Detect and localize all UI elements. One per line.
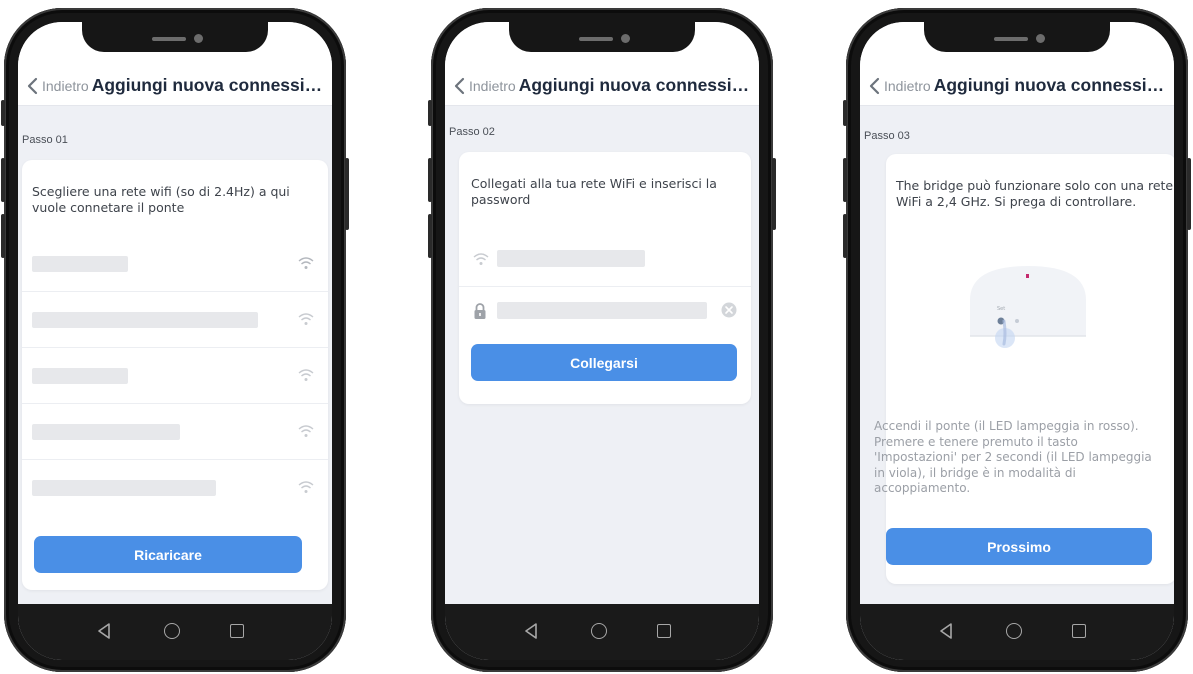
reload-button[interactable]: Ricaricare bbox=[34, 536, 302, 573]
chevron-left-icon[interactable] bbox=[868, 76, 882, 96]
network-name-placeholder bbox=[32, 480, 216, 496]
instruction-text: The bridge può funzionare solo con una r… bbox=[896, 178, 1174, 209]
wifi-icon bbox=[298, 369, 314, 381]
password-value-placeholder bbox=[497, 302, 707, 319]
triangle-back-icon[interactable] bbox=[938, 622, 954, 640]
phone-step-1: Indietro Aggiungi nuova connessione Pass… bbox=[1, 8, 349, 672]
status-bar bbox=[860, 22, 1174, 66]
wifi-icon bbox=[298, 425, 314, 437]
wifi-network-row[interactable] bbox=[22, 348, 328, 404]
speaker bbox=[152, 37, 186, 41]
ssid-field[interactable] bbox=[459, 236, 751, 286]
phone-step-3: Indietro Aggiungi nuova connessione Pass… bbox=[843, 8, 1191, 672]
clear-icon[interactable] bbox=[721, 302, 737, 318]
page-title: Aggiungi nuova connessione bbox=[518, 75, 759, 95]
square-recent-icon[interactable] bbox=[230, 624, 244, 638]
bridge-device-illustration: Set bbox=[970, 266, 1086, 348]
wifi-icon bbox=[298, 481, 314, 493]
notch bbox=[924, 22, 1110, 52]
phone-step-2: Indietro Aggiungi nuova connessione Pass… bbox=[428, 8, 776, 672]
pairing-card: The bridge può funzionare solo con una r… bbox=[874, 154, 1174, 584]
back-button[interactable]: Indietro bbox=[42, 78, 89, 94]
set-button-label: Set bbox=[997, 306, 1005, 312]
screen: Indietro Aggiungi nuova connessione Pass… bbox=[445, 22, 759, 660]
wifi-network-row[interactable] bbox=[22, 292, 328, 348]
camera-icon bbox=[194, 34, 203, 43]
notch bbox=[509, 22, 695, 52]
next-button[interactable]: Prossimo bbox=[886, 528, 1152, 565]
step-label: Passo 01 bbox=[22, 134, 68, 146]
ssid-value-placeholder bbox=[497, 250, 645, 267]
nav-bar: Indietro Aggiungi nuova connessione bbox=[860, 66, 1174, 106]
square-recent-icon[interactable] bbox=[1072, 624, 1086, 638]
phone-button bbox=[428, 100, 432, 126]
wifi-network-row[interactable] bbox=[22, 404, 328, 460]
network-name-placeholder bbox=[32, 256, 128, 272]
nav-bar: Indietro Aggiungi nuova connessione bbox=[18, 66, 332, 106]
square-recent-icon[interactable] bbox=[657, 624, 671, 638]
system-nav-bar bbox=[860, 604, 1174, 660]
wifi-network-row[interactable] bbox=[22, 236, 328, 292]
circle-home-icon[interactable] bbox=[164, 623, 180, 639]
triangle-back-icon[interactable] bbox=[523, 622, 539, 640]
wifi-icon bbox=[298, 257, 314, 269]
phone-button bbox=[843, 158, 847, 202]
circle-home-icon[interactable] bbox=[1006, 623, 1022, 639]
phone-button bbox=[1187, 158, 1191, 230]
phone-button bbox=[772, 158, 776, 230]
system-nav-bar bbox=[445, 604, 759, 660]
phone-button bbox=[1, 158, 5, 202]
wifi-icon bbox=[298, 313, 314, 325]
password-field[interactable] bbox=[459, 290, 751, 340]
notch bbox=[82, 22, 268, 52]
screen: Indietro Aggiungi nuova connessione Pass… bbox=[860, 22, 1174, 660]
wifi-list-card: Scegliere una rete wifi (so di 2.4Hz) a … bbox=[22, 160, 328, 590]
instruction-text: Collegati alla tua rete WiFi e inserisci… bbox=[471, 176, 717, 207]
connect-button[interactable]: Collegarsi bbox=[471, 344, 737, 381]
lock-icon bbox=[474, 303, 486, 319]
system-nav-bar bbox=[18, 604, 332, 660]
phone-button bbox=[345, 158, 349, 230]
phone-button bbox=[428, 158, 432, 202]
phone-button bbox=[1, 214, 5, 258]
speaker bbox=[994, 37, 1028, 41]
phone-button bbox=[1, 100, 5, 126]
speaker bbox=[579, 37, 613, 41]
step-label: Passo 03 bbox=[864, 130, 910, 142]
camera-icon bbox=[621, 34, 630, 43]
chevron-left-icon[interactable] bbox=[453, 76, 467, 96]
nav-bar: Indietro Aggiungi nuova connessione bbox=[445, 66, 759, 106]
network-name-placeholder bbox=[32, 312, 258, 328]
phone-button bbox=[843, 214, 847, 258]
divider bbox=[459, 286, 751, 287]
circle-home-icon[interactable] bbox=[591, 623, 607, 639]
led-indicator bbox=[1026, 274, 1029, 278]
pairing-instructions: Accendi il ponte (il LED lampeggia in ro… bbox=[874, 419, 1152, 495]
network-name-placeholder bbox=[32, 368, 128, 384]
triangle-back-icon[interactable] bbox=[96, 622, 112, 640]
status-bar bbox=[18, 22, 332, 66]
back-button[interactable]: Indietro bbox=[884, 78, 931, 94]
phone-button bbox=[428, 214, 432, 258]
step-label: Passo 02 bbox=[449, 126, 495, 138]
wifi-icon bbox=[473, 253, 489, 265]
wifi-network-row[interactable] bbox=[22, 460, 328, 516]
status-bar bbox=[445, 22, 759, 66]
page-title: Aggiungi nuova connessione bbox=[933, 75, 1174, 95]
camera-icon bbox=[1036, 34, 1045, 43]
wifi-credentials-card: Collegati alla tua rete WiFi e inserisci… bbox=[459, 152, 751, 404]
back-button[interactable]: Indietro bbox=[469, 78, 516, 94]
instruction-text: Scegliere una rete wifi (so di 2.4Hz) a … bbox=[32, 184, 290, 215]
chevron-left-icon[interactable] bbox=[26, 76, 40, 96]
page-title: Aggiungi nuova connessione bbox=[91, 75, 332, 95]
network-name-placeholder bbox=[32, 424, 180, 440]
screen: Indietro Aggiungi nuova connessione Pass… bbox=[18, 22, 332, 660]
phone-button bbox=[843, 100, 847, 126]
